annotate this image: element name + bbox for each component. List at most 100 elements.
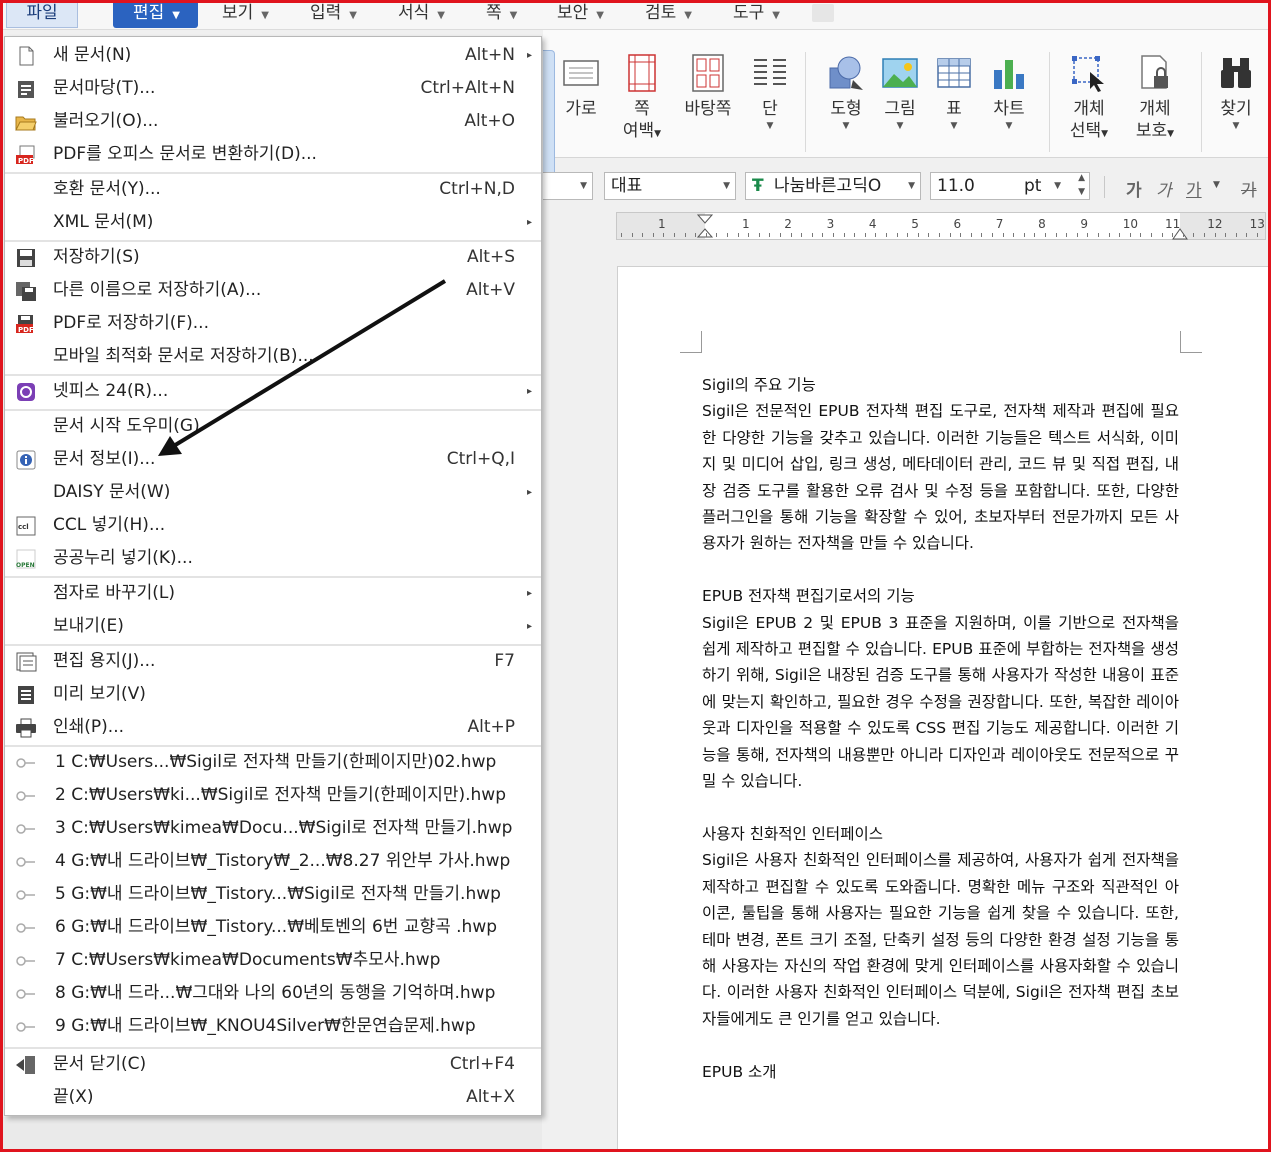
horizontal-scrollbar[interactable] xyxy=(0,1117,542,1152)
menu-item-save-as[interactable]: 다른 이름으로 저장하기(A)... Alt+V xyxy=(5,274,541,307)
menu-item-start-wizard[interactable]: 문서 시작 도우미(G) xyxy=(5,410,541,443)
pin-icon[interactable] xyxy=(15,885,37,905)
pin-icon[interactable] xyxy=(15,1017,37,1037)
menu-tools[interactable]: 도구 ▼ xyxy=(733,0,780,28)
recent-file-label: 7 C:₩Users₩kimea₩Documents₩추모사.hwp xyxy=(55,950,441,970)
style-combo[interactable]: 대표 ▼ xyxy=(604,172,736,200)
italic-button[interactable]: 가 xyxy=(1156,176,1172,201)
menu-security[interactable]: 보안 ▼ xyxy=(557,0,604,28)
menu-item-compat-doc[interactable]: 호환 문서(Y)... Ctrl+N,D xyxy=(5,173,541,206)
menu-item-doc-template[interactable]: 문서마당(T)... Ctrl+Alt+N xyxy=(5,72,541,105)
recent-file-item[interactable]: 9 G:₩내 드라이브₩_KNOU4Silver₩한문연습문제.hwp xyxy=(5,1010,541,1043)
pin-icon[interactable] xyxy=(15,786,37,806)
ruler-tick xyxy=(1055,233,1057,237)
menu-item-braille[interactable]: 점자로 바꾸기(L) ▸ xyxy=(5,577,541,610)
menu-item-label: 새 문서(N) xyxy=(53,45,132,65)
find-button[interactable]: 찾기 ▼ xyxy=(1215,54,1257,132)
font-combo[interactable]: Ŧ 나눔바른고딕O ▼ xyxy=(745,172,921,200)
picture-button[interactable]: 그림 ▼ xyxy=(880,54,920,132)
font-size-stepper-icon[interactable]: ▲ ▼ xyxy=(1078,173,1085,199)
ruler-tick xyxy=(652,233,654,237)
ruler-number: 2 xyxy=(784,217,792,231)
menu-item-send[interactable]: 보내기(E) ▸ xyxy=(5,610,541,643)
toolbar-divider xyxy=(1104,176,1105,198)
menu-item-print[interactable]: 인쇄(P)... Alt+P xyxy=(5,711,541,744)
chart-button[interactable]: 차트 ▼ xyxy=(989,54,1029,132)
pin-icon[interactable] xyxy=(15,984,37,1004)
strikethrough-button[interactable]: 가 xyxy=(1241,176,1257,201)
menu-item-exit[interactable]: 끝(X) Alt+X xyxy=(5,1081,541,1114)
menu-item-doc-info[interactable]: 문서 정보(I)... Ctrl+Q,I xyxy=(5,443,541,476)
shape-button[interactable]: 도형 ▼ xyxy=(826,54,866,132)
menu-item-ccl[interactable]: ccl CCL 넣기(H)... xyxy=(5,509,541,542)
menu-item-new-doc[interactable]: 새 문서(N) Alt+N ▸ xyxy=(5,39,541,72)
language-combo[interactable]: ▼ xyxy=(543,172,593,200)
menu-item-close-doc[interactable]: 문서 닫기(C) Ctrl+F4 xyxy=(5,1048,541,1081)
font-size-combo[interactable]: 11.0 pt ▼ ▲ ▼ xyxy=(930,172,1090,200)
object-select-label-1: 개체 xyxy=(1073,99,1105,119)
menu-item-daisy[interactable]: DAISY 문서(W) ▸ xyxy=(5,476,541,509)
column-button[interactable]: 단 ▼ xyxy=(751,54,789,132)
menu-item-preview[interactable]: 미리 보기(V) xyxy=(5,678,541,711)
menu-file[interactable]: 파일 xyxy=(6,0,78,28)
table-button[interactable]: 표 ▼ xyxy=(935,54,973,132)
menu-format[interactable]: 서식 ▼ xyxy=(398,0,445,28)
recent-file-item[interactable]: 2 C:₩Users₩ki...₩Sigil로 전자책 만들기(한페이지만).h… xyxy=(5,779,541,812)
bold-button[interactable]: 가 xyxy=(1126,176,1142,201)
menu-view[interactable]: 보기 ▼ xyxy=(222,0,269,28)
menu-item-kogl[interactable]: OPEN 공공누리 넣기(K)... xyxy=(5,542,541,575)
background-page-label: 바탕쪽 xyxy=(684,99,732,119)
menu-item-save[interactable]: 저장하기(S) Alt+S xyxy=(5,241,541,274)
menu-item-open[interactable]: 불러오기(O)... Alt+O xyxy=(5,105,541,138)
ruler-tick xyxy=(758,233,760,237)
menu-item-xml-doc[interactable]: XML 문서(M) ▸ xyxy=(5,206,541,239)
menu-item-save-mobile[interactable]: 모바일 최적화 문서로 저장하기(B)... xyxy=(5,340,541,373)
font-value: 나눔바른고딕O xyxy=(774,176,882,196)
pin-icon[interactable] xyxy=(15,918,37,938)
ruler-tick xyxy=(727,233,728,237)
page-margin-button[interactable]: 쪽 여백▼ xyxy=(619,54,665,145)
recent-file-item[interactable]: 4 G:₩내 드라이브₩_Tistory₩_2...₩8.27 위안부 가사.h… xyxy=(5,845,541,878)
horizontal-button[interactable]: 가로 xyxy=(561,54,601,120)
recent-file-item[interactable]: 8 G:₩내 드라...₩그대와 나의 60년의 동행을 기억하며.hwp xyxy=(5,977,541,1010)
chevron-down-icon[interactable]: ▼ xyxy=(1213,180,1220,190)
netffice-icon xyxy=(17,383,35,401)
doc-heading: EPUB 전자책 편집기로서의 기능 xyxy=(702,587,915,606)
menu-page[interactable]: 쪽 ▼ xyxy=(486,0,517,28)
recent-file-item[interactable]: 3 C:₩Users₩kimea₩Docu...₩Sigil로 전자책 만들기.… xyxy=(5,812,541,845)
chevron-down-icon: ▼ xyxy=(437,10,445,21)
recent-file-item[interactable]: 7 C:₩Users₩kimea₩Documents₩추모사.hwp xyxy=(5,944,541,977)
pin-icon[interactable] xyxy=(15,852,37,872)
pin-icon[interactable] xyxy=(15,951,37,971)
menu-input[interactable]: 입력 ▼ xyxy=(310,0,357,28)
recent-file-item[interactable]: 1 C:₩Users...₩Sigil로 전자책 만들기(한페이지만)02.hw… xyxy=(5,746,541,779)
chevron-down-icon: ▼ xyxy=(1005,121,1013,131)
pin-icon[interactable] xyxy=(15,819,37,839)
underline-button[interactable]: 가 xyxy=(1186,176,1202,201)
ruler-tick xyxy=(663,233,665,237)
menu-review[interactable]: 검토 ▼ xyxy=(645,0,692,28)
pin-icon[interactable] xyxy=(15,753,37,773)
document-body[interactable]: Sigil의 주요 기능 Sigil은 전문적인 EPUB 전자책 편집 도구로… xyxy=(702,372,1179,1085)
chevron-down-icon: ▼ xyxy=(1232,121,1240,131)
ruler-number: 9 xyxy=(1080,217,1089,231)
chevron-down-icon: ▼ xyxy=(684,10,692,21)
recent-file-item[interactable]: 5 G:₩내 드라이브₩_Tistory...₩Sigil로 전자책 만들기.h… xyxy=(5,878,541,911)
object-select-button[interactable]: 개체 선택▼ xyxy=(1065,54,1113,145)
menu-item-shortcut: F7 xyxy=(494,651,515,671)
recent-file-item[interactable]: 6 G:₩내 드라이브₩_Tistory...₩베토벤의 6번 교향곡 .hwp xyxy=(5,911,541,944)
horizontal-ruler[interactable]: 1 1 2 3 4 5 6 7 8 9 10 11 12 13 xyxy=(616,212,1266,240)
menu-item-edit-paper[interactable]: 편집 용지(J)... F7 xyxy=(5,645,541,678)
menu-item-netffice[interactable]: 넷피스 24(R)... ▸ xyxy=(5,375,541,408)
menu-edit[interactable]: 편집 ▼ xyxy=(113,0,198,28)
object-protect-label-1: 개체 xyxy=(1139,99,1171,119)
menu-item-label: 호환 문서(Y)... xyxy=(53,179,161,199)
ruler-tick xyxy=(1225,233,1227,237)
menu-item-save-pdf[interactable]: PDF PDF로 저장하기(F)... xyxy=(5,307,541,340)
menu-item-shortcut: Ctrl+F4 xyxy=(449,1054,515,1074)
background-page-button[interactable]: 바탕쪽 xyxy=(681,54,735,120)
object-protect-button[interactable]: 개체 보호▼ xyxy=(1130,54,1180,145)
menu-item-pdf-convert[interactable]: PDF PDF를 오피스 문서로 변환하기(D)... xyxy=(5,138,541,171)
ruler-number: 3 xyxy=(826,217,835,231)
